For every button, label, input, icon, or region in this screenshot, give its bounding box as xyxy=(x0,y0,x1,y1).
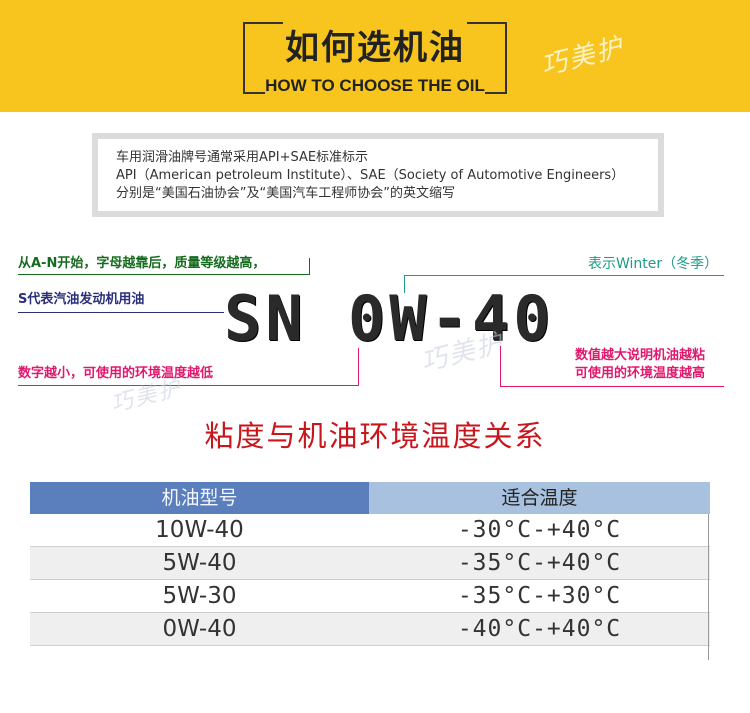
intro-line: API（American petroleum Institute）、SAE（So… xyxy=(116,168,625,183)
cell-temperature: -30°C-+40°C xyxy=(457,517,622,543)
page-title: 如何选机油 xyxy=(285,28,465,68)
viscosity-table: 机油型号 适合温度 10W-40 -30°C-+40°C 5W-40 -35°C… xyxy=(30,482,710,646)
cell-model: 10W-40 xyxy=(155,517,244,543)
table-row: 5W-30 -35°C-+30°C xyxy=(30,580,710,613)
cell-model: 5W-40 xyxy=(162,550,237,576)
leader-line xyxy=(404,275,405,293)
leader-line xyxy=(404,275,724,276)
page-subtitle: HOW TO CHOOSE THE OIL xyxy=(265,76,485,95)
intro-box: 车用润滑油牌号通常采用API+SAE标准标示 API（American petr… xyxy=(92,133,664,217)
section-title: 粘度与机油环境温度关系 xyxy=(204,419,546,453)
annotation-grade: 从A-N开始，字母越靠后，质量等级越高， xyxy=(18,256,266,271)
column-header-temperature: 适合温度 xyxy=(369,482,710,514)
table-edge-line xyxy=(708,514,709,660)
annotation-viscosity: 数值越大说明机油越粘 xyxy=(575,348,706,363)
table-row: 10W-40 -30°C-+40°C xyxy=(30,514,710,547)
table-row: 0W-40 -40°C-+40°C xyxy=(30,613,710,646)
annotation-low-temp: 数字越小，可使用的环境温度越低 xyxy=(18,366,214,381)
brand-watermark: 巧美护 xyxy=(538,32,628,82)
annotation-gasoline: S代表汽油发动机用油 xyxy=(18,292,145,307)
table-header: 机油型号 适合温度 xyxy=(30,482,710,514)
cell-temperature: -35°C-+30°C xyxy=(457,583,622,609)
column-header-model: 机油型号 xyxy=(30,482,369,514)
leader-line xyxy=(500,386,724,387)
leader-line xyxy=(18,385,358,386)
leader-line xyxy=(18,274,310,275)
leader-line xyxy=(18,312,224,313)
cell-temperature: -35°C-+40°C xyxy=(457,550,622,576)
annotation-viscosity: 可使用的环境温度越高 xyxy=(575,366,706,381)
header-banner: 如何选机油 HOW TO CHOOSE THE OIL 巧美护 xyxy=(0,0,750,112)
cell-model: 0W-40 xyxy=(162,616,237,642)
intro-line: 车用润滑油牌号通常采用API+SAE标准标示 xyxy=(116,150,369,165)
annotation-winter: 表示Winter（冬季） xyxy=(588,256,719,272)
table-row: 5W-40 -35°C-+40°C xyxy=(30,547,710,580)
intro-line: 分别是“美国石油协会”及“美国汽车工程师协会”的英文缩写 xyxy=(116,186,455,201)
oil-code: SN 0W-40 xyxy=(224,282,555,355)
leader-line xyxy=(309,258,310,275)
title-frame: 如何选机油 HOW TO CHOOSE THE OIL xyxy=(243,22,507,95)
cell-temperature: -40°C-+40°C xyxy=(457,616,622,642)
cell-model: 5W-30 xyxy=(162,583,237,609)
leader-line xyxy=(358,348,359,386)
